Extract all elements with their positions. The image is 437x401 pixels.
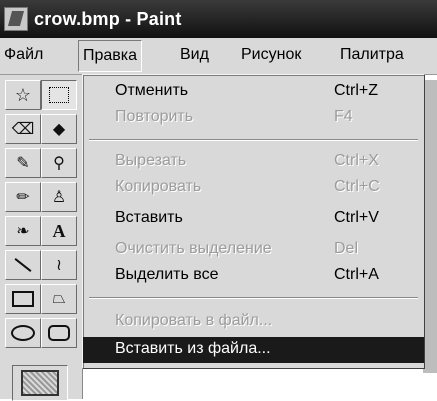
polygon-icon[interactable]: ⏢	[41, 284, 77, 314]
line-icon[interactable]	[5, 250, 41, 280]
rounded-rect-icon[interactable]	[41, 318, 77, 348]
menu-separator	[89, 139, 418, 141]
pencil-icon[interactable]: ✏	[5, 182, 41, 212]
menu-file[interactable]: Файл	[4, 38, 43, 72]
paint-app-icon[interactable]	[4, 7, 28, 31]
fill-icon[interactable]: ◆	[41, 114, 77, 144]
airbrush-icon[interactable]: ❧	[5, 216, 41, 246]
menu-item-clear-selection[interactable]: Очистить выделение Del	[83, 237, 424, 263]
menu-image[interactable]: Рисунок	[241, 38, 301, 72]
menu-palette[interactable]: Палитра	[340, 38, 404, 72]
menu-item-copy[interactable]: Копировать Ctrl+C	[83, 175, 424, 201]
menu-edit[interactable]: Правка	[78, 40, 143, 72]
eraser-icon[interactable]: ⌫	[5, 114, 41, 144]
transparent-option-icon	[21, 370, 59, 396]
magnifier-icon[interactable]: ⚲	[41, 148, 77, 178]
ellipse-icon[interactable]	[5, 318, 41, 348]
toolbox: ☆ ⌫ ◆ ✎ ⚲ ✏ ♙ ❧ A ≀ ⏢	[0, 75, 83, 401]
selection-options[interactable]	[12, 365, 68, 401]
rect-select-icon[interactable]	[41, 80, 77, 110]
text-icon[interactable]: A	[41, 216, 77, 246]
rectangle-icon[interactable]	[5, 284, 41, 314]
menu-view[interactable]: Вид	[180, 38, 209, 72]
title-bar: crow.bmp - Paint	[0, 0, 437, 38]
menu-item-copy-to-file[interactable]: Копировать в файл...	[83, 309, 424, 335]
free-select-icon[interactable]: ☆	[5, 80, 41, 110]
menu-item-select-all[interactable]: Выделить все Ctrl+A	[83, 263, 424, 289]
menu-item-cut[interactable]: Вырезать Ctrl+X	[83, 149, 424, 175]
menu-item-paste-from-file[interactable]: Вставить из файла...	[83, 337, 424, 363]
curve-icon[interactable]: ≀	[41, 250, 77, 280]
menu-shadow	[423, 80, 437, 373]
menu-separator	[89, 297, 418, 299]
menu-bar: Файл Правка Вид Рисунок Палитра	[0, 38, 437, 75]
edit-menu-dropdown: Отменить Ctrl+Z Повторить F4 Вырезать Ct…	[82, 74, 425, 369]
menu-item-redo[interactable]: Повторить F4	[83, 105, 424, 131]
eyedropper-icon[interactable]: ✎	[5, 148, 41, 178]
menu-item-undo[interactable]: Отменить Ctrl+Z	[83, 79, 424, 105]
menu-item-paste[interactable]: Вставить Ctrl+V	[83, 206, 424, 232]
brush-icon[interactable]: ♙	[41, 182, 77, 212]
window-title: crow.bmp - Paint	[34, 8, 182, 29]
